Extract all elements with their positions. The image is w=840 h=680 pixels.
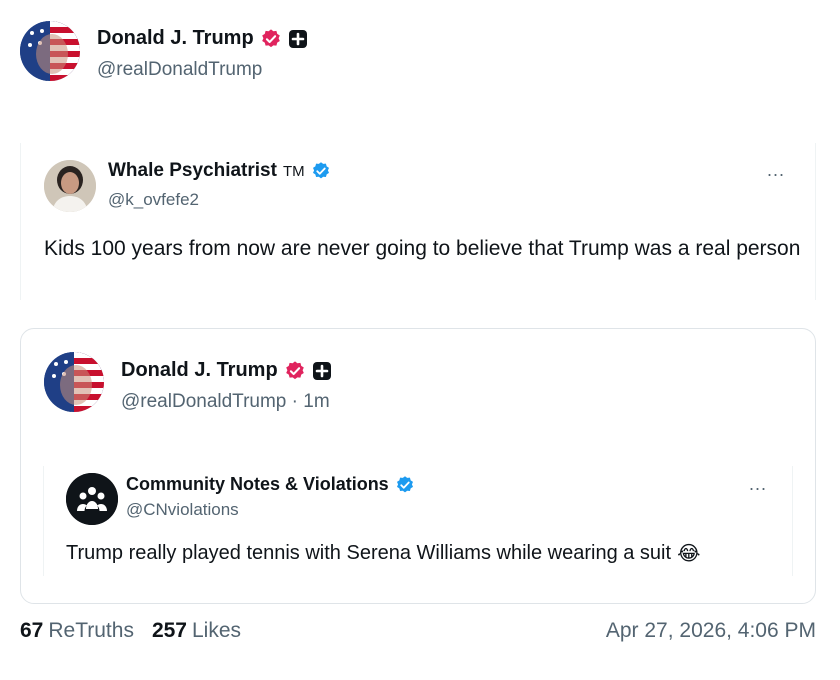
quoted-author-name-row-2[interactable]: Donald J. Trump [121,359,332,382]
laughing-emoji-icon: 😂 [677,543,701,565]
author-avatar[interactable] [20,21,80,81]
quoted-author-avatar-2[interactable] [44,352,104,412]
nested-author-avatar[interactable] [66,473,118,525]
verified-badge-blue-icon [396,475,413,492]
author-handle[interactable]: @realDonaldTrump [97,59,262,81]
plus-square-icon [288,29,307,48]
verified-badge-red-icon [285,360,304,379]
nested-author-name-row[interactable]: Community Notes & Violations [126,474,415,495]
nested-post-text-row: Trump really played tennis with Serena W… [66,541,700,566]
nested-more-options-button[interactable]: ... [749,474,767,495]
quoted-author-name-row[interactable]: Whale Psychiatrist TM [108,160,331,182]
nested-author-handle[interactable]: @CNviolations [126,500,239,520]
nested-post-text: Trump really played tennis with Serena W… [66,542,672,564]
verified-badge-blue-icon [312,162,329,179]
community-people-icon [66,473,118,525]
likes-label: Likes [192,619,242,642]
quoted-author-avatar[interactable] [44,160,96,212]
retruths-count: 67 [20,619,44,642]
quoted-author-handle-time[interactable]: @realDonaldTrump · 1m [121,391,330,413]
author-name-row[interactable]: Donald J. Trump [97,27,308,50]
verified-badge-red-icon [261,28,280,47]
engagement-stats: 67 ReTruths 257 Likes [20,619,241,643]
plus-square-icon [312,361,331,380]
retruths-label: ReTruths [48,619,134,642]
likes-count: 257 [151,619,187,642]
trademark-suffix: TM [282,162,305,180]
quoted-author-name[interactable]: Whale Psychiatrist [108,160,277,182]
likes-stat[interactable]: 257 Likes [152,619,241,643]
quoted-post-text: Kids 100 years from now are never going … [44,237,801,260]
person-photo-avatar-icon [44,160,96,212]
quoted-author-handle[interactable]: @k_ovfefe2 [108,190,199,210]
post-timestamp[interactable]: Apr 27, 2026, 4:06 PM [606,619,816,643]
quoted-author-name-2[interactable]: Donald J. Trump [121,359,278,382]
nested-author-name[interactable]: Community Notes & Violations [126,474,389,495]
retruths-stat[interactable]: 67 ReTruths [20,619,134,643]
more-options-button[interactable]: ... [767,160,785,181]
post-footer: 67 ReTruths 257 Likes Apr 27, 2026, 4:06 P… [20,619,816,643]
flag-face-avatar-icon [44,352,104,412]
flag-face-avatar-icon [20,21,80,81]
author-name[interactable]: Donald J. Trump [97,27,254,50]
